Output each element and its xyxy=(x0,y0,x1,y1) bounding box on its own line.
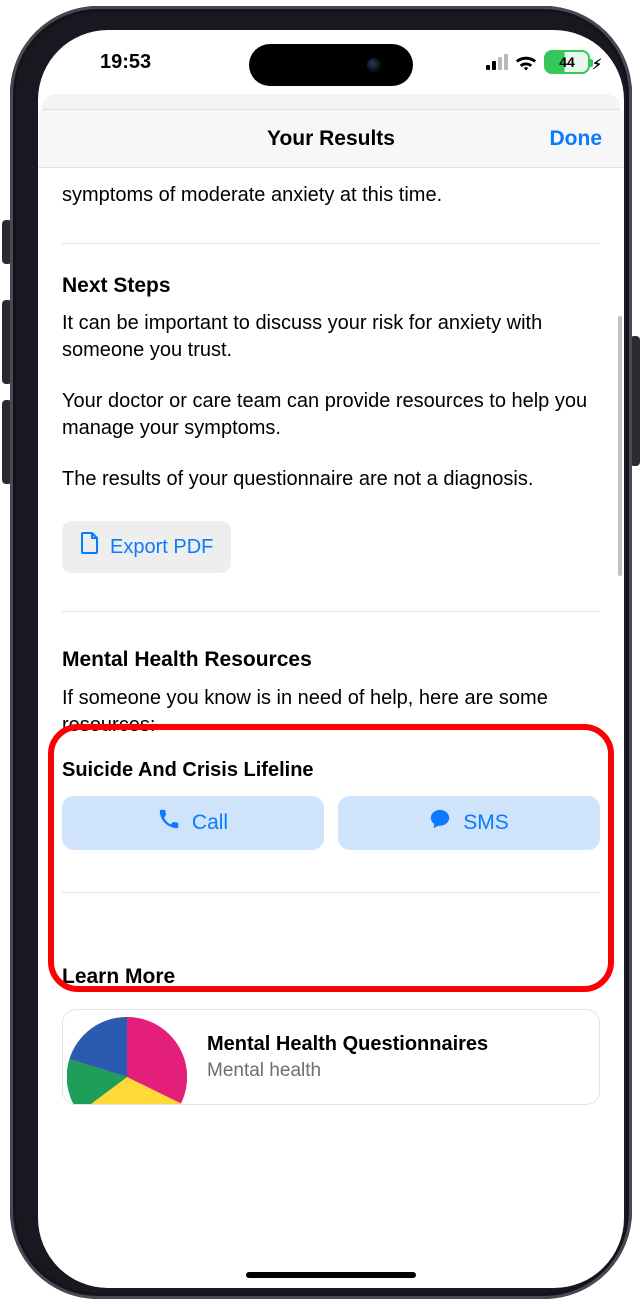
sms-button[interactable]: SMS xyxy=(338,796,600,850)
page-title: Your Results xyxy=(267,127,395,151)
learn-more-card-text: Mental Health Questionnaires Mental heal… xyxy=(207,1031,488,1084)
battery-indicator: 44 ⚡︎ xyxy=(544,50,590,74)
status-time: 19:53 xyxy=(72,51,151,74)
phone-icon xyxy=(158,808,180,838)
status-indicators: 44 ⚡︎ xyxy=(486,50,590,74)
next-steps-paragraph-1: It can be important to discuss your risk… xyxy=(62,310,600,364)
home-indicator[interactable] xyxy=(246,1272,416,1278)
status-bar: 19:53 44 ⚡︎ xyxy=(38,30,624,94)
next-steps-heading: Next Steps xyxy=(62,272,600,300)
call-button[interactable]: Call xyxy=(62,796,324,850)
export-pdf-label: Export PDF xyxy=(110,534,213,561)
export-pdf-button[interactable]: Export PDF xyxy=(62,521,231,573)
next-steps-paragraph-3: The results of your questionnaire are no… xyxy=(62,466,600,493)
battery-percentage: 44 xyxy=(559,54,575,70)
resources-section: Mental Health Resources If someone you k… xyxy=(62,646,600,849)
learn-more-heading: Learn More xyxy=(62,963,600,991)
done-button[interactable]: Done xyxy=(550,110,603,167)
learn-more-card-title: Mental Health Questionnaires xyxy=(207,1031,488,1058)
learn-more-card-subtitle: Mental health xyxy=(207,1058,488,1084)
next-steps-paragraph-2: Your doctor or care team can provide res… xyxy=(62,388,600,442)
cellular-signal-icon xyxy=(486,54,508,70)
divider xyxy=(62,892,600,893)
learn-more-section: Learn More Mental Health Questionnaire xyxy=(62,963,600,1105)
call-button-label: Call xyxy=(192,809,228,837)
speech-bubble-icon xyxy=(429,808,451,838)
intro-text: symptoms of moderate anxiety at this tim… xyxy=(62,168,600,235)
screen: 19:53 44 ⚡︎ Your Results xyxy=(38,30,624,1288)
dynamic-island xyxy=(249,44,413,86)
phone-body: 19:53 44 ⚡︎ Your Results xyxy=(10,6,632,1299)
divider xyxy=(62,611,600,612)
lifeline-heading: Suicide And Crisis Lifeline xyxy=(62,757,600,784)
scrollbar-thumb[interactable] xyxy=(618,316,622,576)
pie-chart-icon xyxy=(67,1017,187,1105)
phone-device-frame: 19:53 44 ⚡︎ Your Results xyxy=(0,0,642,1305)
wifi-icon xyxy=(515,54,537,70)
content-scroll-area[interactable]: symptoms of moderate anxiety at this tim… xyxy=(38,168,624,1286)
resources-heading: Mental Health Resources xyxy=(62,646,600,674)
modal-header: Your Results Done xyxy=(38,110,624,168)
document-icon xyxy=(80,531,100,563)
sms-button-label: SMS xyxy=(463,809,509,837)
divider xyxy=(62,243,600,244)
lifeline-button-row: Call SMS xyxy=(62,796,600,850)
learn-more-card[interactable]: Mental Health Questionnaires Mental heal… xyxy=(62,1009,600,1105)
charging-bolt-icon: ⚡︎ xyxy=(592,56,602,73)
resources-intro: If someone you know is in need of help, … xyxy=(62,685,600,739)
done-button-label: Done xyxy=(550,127,603,151)
sheet-backing xyxy=(42,94,620,110)
